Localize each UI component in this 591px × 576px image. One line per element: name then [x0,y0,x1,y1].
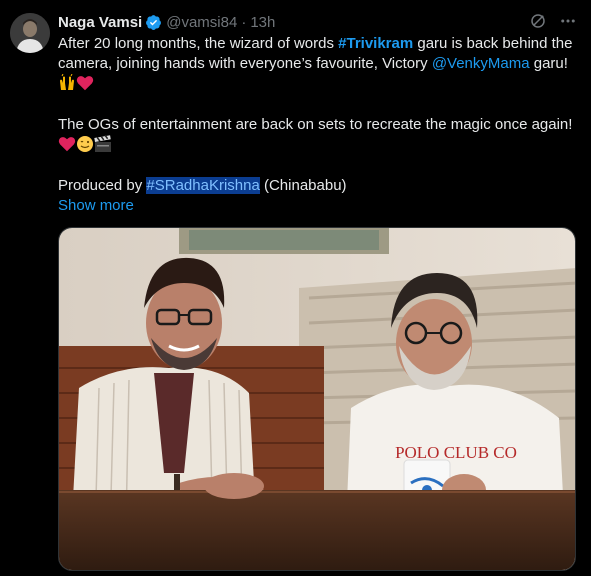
author-handle[interactable]: @vamsi84 [166,14,237,31]
text-span: The OGs of entertainment are back on set… [58,116,573,133]
grok-icon[interactable] [529,12,547,30]
tweet-paragraph-2: The OGs of entertainment are back on set… [58,115,578,156]
show-more-link[interactable]: Show more [58,197,134,214]
hashtag-trivikram[interactable]: #Trivikram [338,35,413,52]
raised-hands-emoji-icon [58,73,76,92]
author-name[interactable]: Naga Vamsi [58,14,142,31]
tweet-actions [529,12,577,30]
tweet-paragraph-3: Produced by #SRadhaKrishna (Chinababu) [58,176,578,196]
text-span: After 20 long months, the wizard of word… [58,35,339,52]
text-span: (Chinababu) [259,177,347,194]
avatar[interactable] [10,13,50,53]
tweet-timestamp[interactable]: 13h [250,14,275,31]
winking-face-emoji-icon [76,135,94,153]
hashtag-sradhakrishna[interactable]: #SRadhaKrishna [146,177,260,194]
tweet-header: Naga Vamsi @vamsi84 · 13h [58,12,275,32]
red-heart-emoji-icon [76,75,94,91]
tweet[interactable]: Naga Vamsi @vamsi84 · 13h After 20 long … [0,0,591,576]
more-options-icon[interactable] [559,12,577,30]
tweet-photo[interactable]: POLO CLUB CO [58,227,576,571]
tweet-text: After 20 long months, the wizard of word… [58,34,578,216]
shirt-print-text: POLO CLUB CO [395,443,517,462]
text-span: garu! [529,55,568,72]
tweet-paragraph-1: After 20 long months, the wizard of word… [58,34,578,95]
separator-dot: · [241,13,247,31]
red-heart-emoji-icon [58,136,76,152]
text-span: Produced by [58,177,147,194]
clapper-board-emoji-icon [94,134,112,153]
mention-venkymama[interactable]: @VenkyMama [432,55,530,72]
verified-badge-icon[interactable] [145,14,162,31]
